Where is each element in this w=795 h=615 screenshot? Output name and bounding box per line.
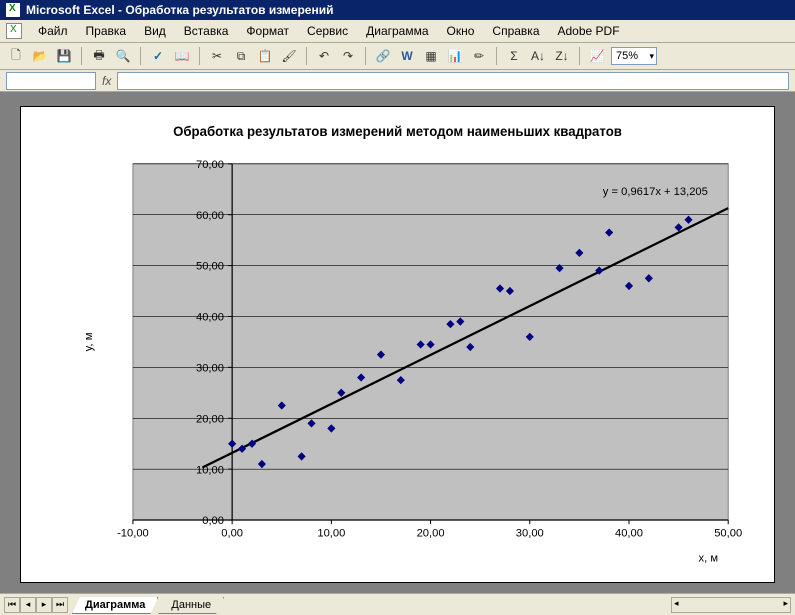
menu-adobe-pdf[interactable]: Adobe PDF	[550, 22, 628, 40]
horizontal-scrollbar[interactable]	[671, 597, 791, 613]
zoom-value: 75%	[616, 50, 638, 62]
sheet-tab-strip: ⏮ ◂ ▸ ⏭ Диаграмма Данные	[0, 593, 795, 615]
tab-nav: ⏮ ◂ ▸ ⏭	[0, 597, 72, 613]
workspace: -10,00 0,00 10,00 20,00 30,00 40,00 50,00 0,00 1…	[0, 92, 795, 593]
chart-canvas: -10,00 0,00 10,00 20,00 30,00 40,00 50,00 0,00 1…	[21, 107, 774, 582]
svg-text:-10,00: -10,00	[117, 527, 149, 539]
svg-text:20,00: 20,00	[417, 527, 445, 539]
svg-text:60,00: 60,00	[196, 210, 224, 222]
menu-help[interactable]: Справка	[484, 22, 547, 40]
svg-text:50,00: 50,00	[714, 527, 742, 539]
chart-type-icon[interactable]: 📊	[445, 46, 465, 66]
separator	[496, 47, 497, 65]
menu-edit[interactable]: Правка	[78, 22, 135, 40]
menu-file[interactable]: Файл	[30, 22, 76, 40]
svg-text:40,00: 40,00	[615, 527, 643, 539]
svg-text:y = 0,9617x + 13,205: y = 0,9617x + 13,205	[603, 186, 708, 198]
paste-icon[interactable]: 📋	[255, 46, 275, 66]
svg-text:10,00: 10,00	[317, 527, 345, 539]
formula-bar: fx	[0, 70, 795, 92]
menu-insert[interactable]: Вставка	[176, 22, 237, 40]
svg-text:0,00: 0,00	[202, 515, 224, 527]
svg-text:y, м: y, м	[83, 332, 95, 351]
menu-window[interactable]: Окно	[439, 22, 483, 40]
word-icon[interactable]: W	[397, 46, 417, 66]
menubar: Файл Правка Вид Вставка Формат Сервис Ди…	[0, 20, 795, 43]
sort-desc-icon[interactable]: Z↓	[552, 46, 572, 66]
cut-icon[interactable]: ✂	[207, 46, 227, 66]
formula-input[interactable]	[117, 72, 789, 90]
save-icon[interactable]: 💾	[54, 46, 74, 66]
undo-icon[interactable]: ↶	[314, 46, 334, 66]
menu-view[interactable]: Вид	[136, 22, 174, 40]
redo-icon[interactable]: ↷	[338, 46, 358, 66]
name-box[interactable]	[6, 72, 96, 90]
chart-sheet[interactable]: -10,00 0,00 10,00 20,00 30,00 40,00 50,00 0,00 1…	[20, 106, 775, 583]
copy-icon[interactable]: ⧉	[231, 46, 251, 66]
svg-text:Обработка результатов измерени: Обработка результатов измерений методом …	[173, 124, 622, 139]
print-icon[interactable]: 🖶	[89, 46, 109, 66]
open-icon[interactable]: 📂	[30, 46, 50, 66]
tab-first-icon[interactable]: ⏮	[4, 597, 20, 613]
separator	[199, 47, 200, 65]
tab-label-chart: Диаграмма	[85, 599, 145, 611]
menu-chart[interactable]: Диаграмма	[358, 22, 436, 40]
separator	[140, 47, 141, 65]
print-preview-icon[interactable]: 🔍	[113, 46, 133, 66]
separator	[365, 47, 366, 65]
svg-text:30,00: 30,00	[196, 362, 224, 374]
drawing-icon[interactable]: ✏	[469, 46, 489, 66]
research-icon[interactable]: 📖	[172, 46, 192, 66]
tab-last-icon[interactable]: ⏭	[52, 597, 68, 613]
svg-text:50,00: 50,00	[196, 261, 224, 273]
svg-text:40,00: 40,00	[196, 312, 224, 324]
svg-text:0,00: 0,00	[221, 527, 243, 539]
new-icon[interactable]: 🗋	[6, 46, 26, 66]
format-painter-icon[interactable]: 🖌	[279, 46, 299, 66]
tab-next-icon[interactable]: ▸	[36, 597, 52, 613]
sort-asc-icon[interactable]: A↓	[528, 46, 548, 66]
tab-label-data: Данные	[171, 599, 211, 611]
hyperlink-icon[interactable]: 🔗	[373, 46, 393, 66]
excel-app-icon	[6, 3, 20, 17]
svg-text:10,00: 10,00	[196, 464, 224, 476]
svg-text:70,00: 70,00	[196, 159, 224, 171]
window-title: Microsoft Excel - Обработка результатов …	[26, 3, 333, 17]
sheet-tab-chart[interactable]: Диаграмма	[72, 597, 158, 614]
separator	[81, 47, 82, 65]
fx-label[interactable]: fx	[102, 74, 111, 88]
separator	[579, 47, 580, 65]
menu-format[interactable]: Формат	[238, 22, 297, 40]
chart-wizard-icon[interactable]: 📈	[587, 46, 607, 66]
autosum-icon[interactable]: Σ	[504, 46, 524, 66]
svg-text:x, м: x, м	[699, 552, 718, 564]
tab-prev-icon[interactable]: ◂	[20, 597, 36, 613]
titlebar: Microsoft Excel - Обработка результатов …	[0, 0, 795, 20]
sheet-tab-data[interactable]: Данные	[158, 597, 224, 614]
data-icon[interactable]: ▦	[421, 46, 441, 66]
menu-service[interactable]: Сервис	[299, 22, 356, 40]
separator	[306, 47, 307, 65]
svg-text:20,00: 20,00	[196, 413, 224, 425]
spellcheck-icon[interactable]: ✓	[148, 46, 168, 66]
standard-toolbar: 🗋 📂 💾 🖶 🔍 ✓ 📖 ✂ ⧉ 📋 🖌 ↶ ↷ 🔗 W ▦ 📊 ✏ Σ A↓…	[0, 43, 795, 70]
tab-scroll-area	[224, 597, 795, 613]
excel-doc-icon[interactable]	[6, 23, 22, 39]
svg-text:30,00: 30,00	[516, 527, 544, 539]
zoom-selector[interactable]: 75%	[611, 47, 657, 65]
